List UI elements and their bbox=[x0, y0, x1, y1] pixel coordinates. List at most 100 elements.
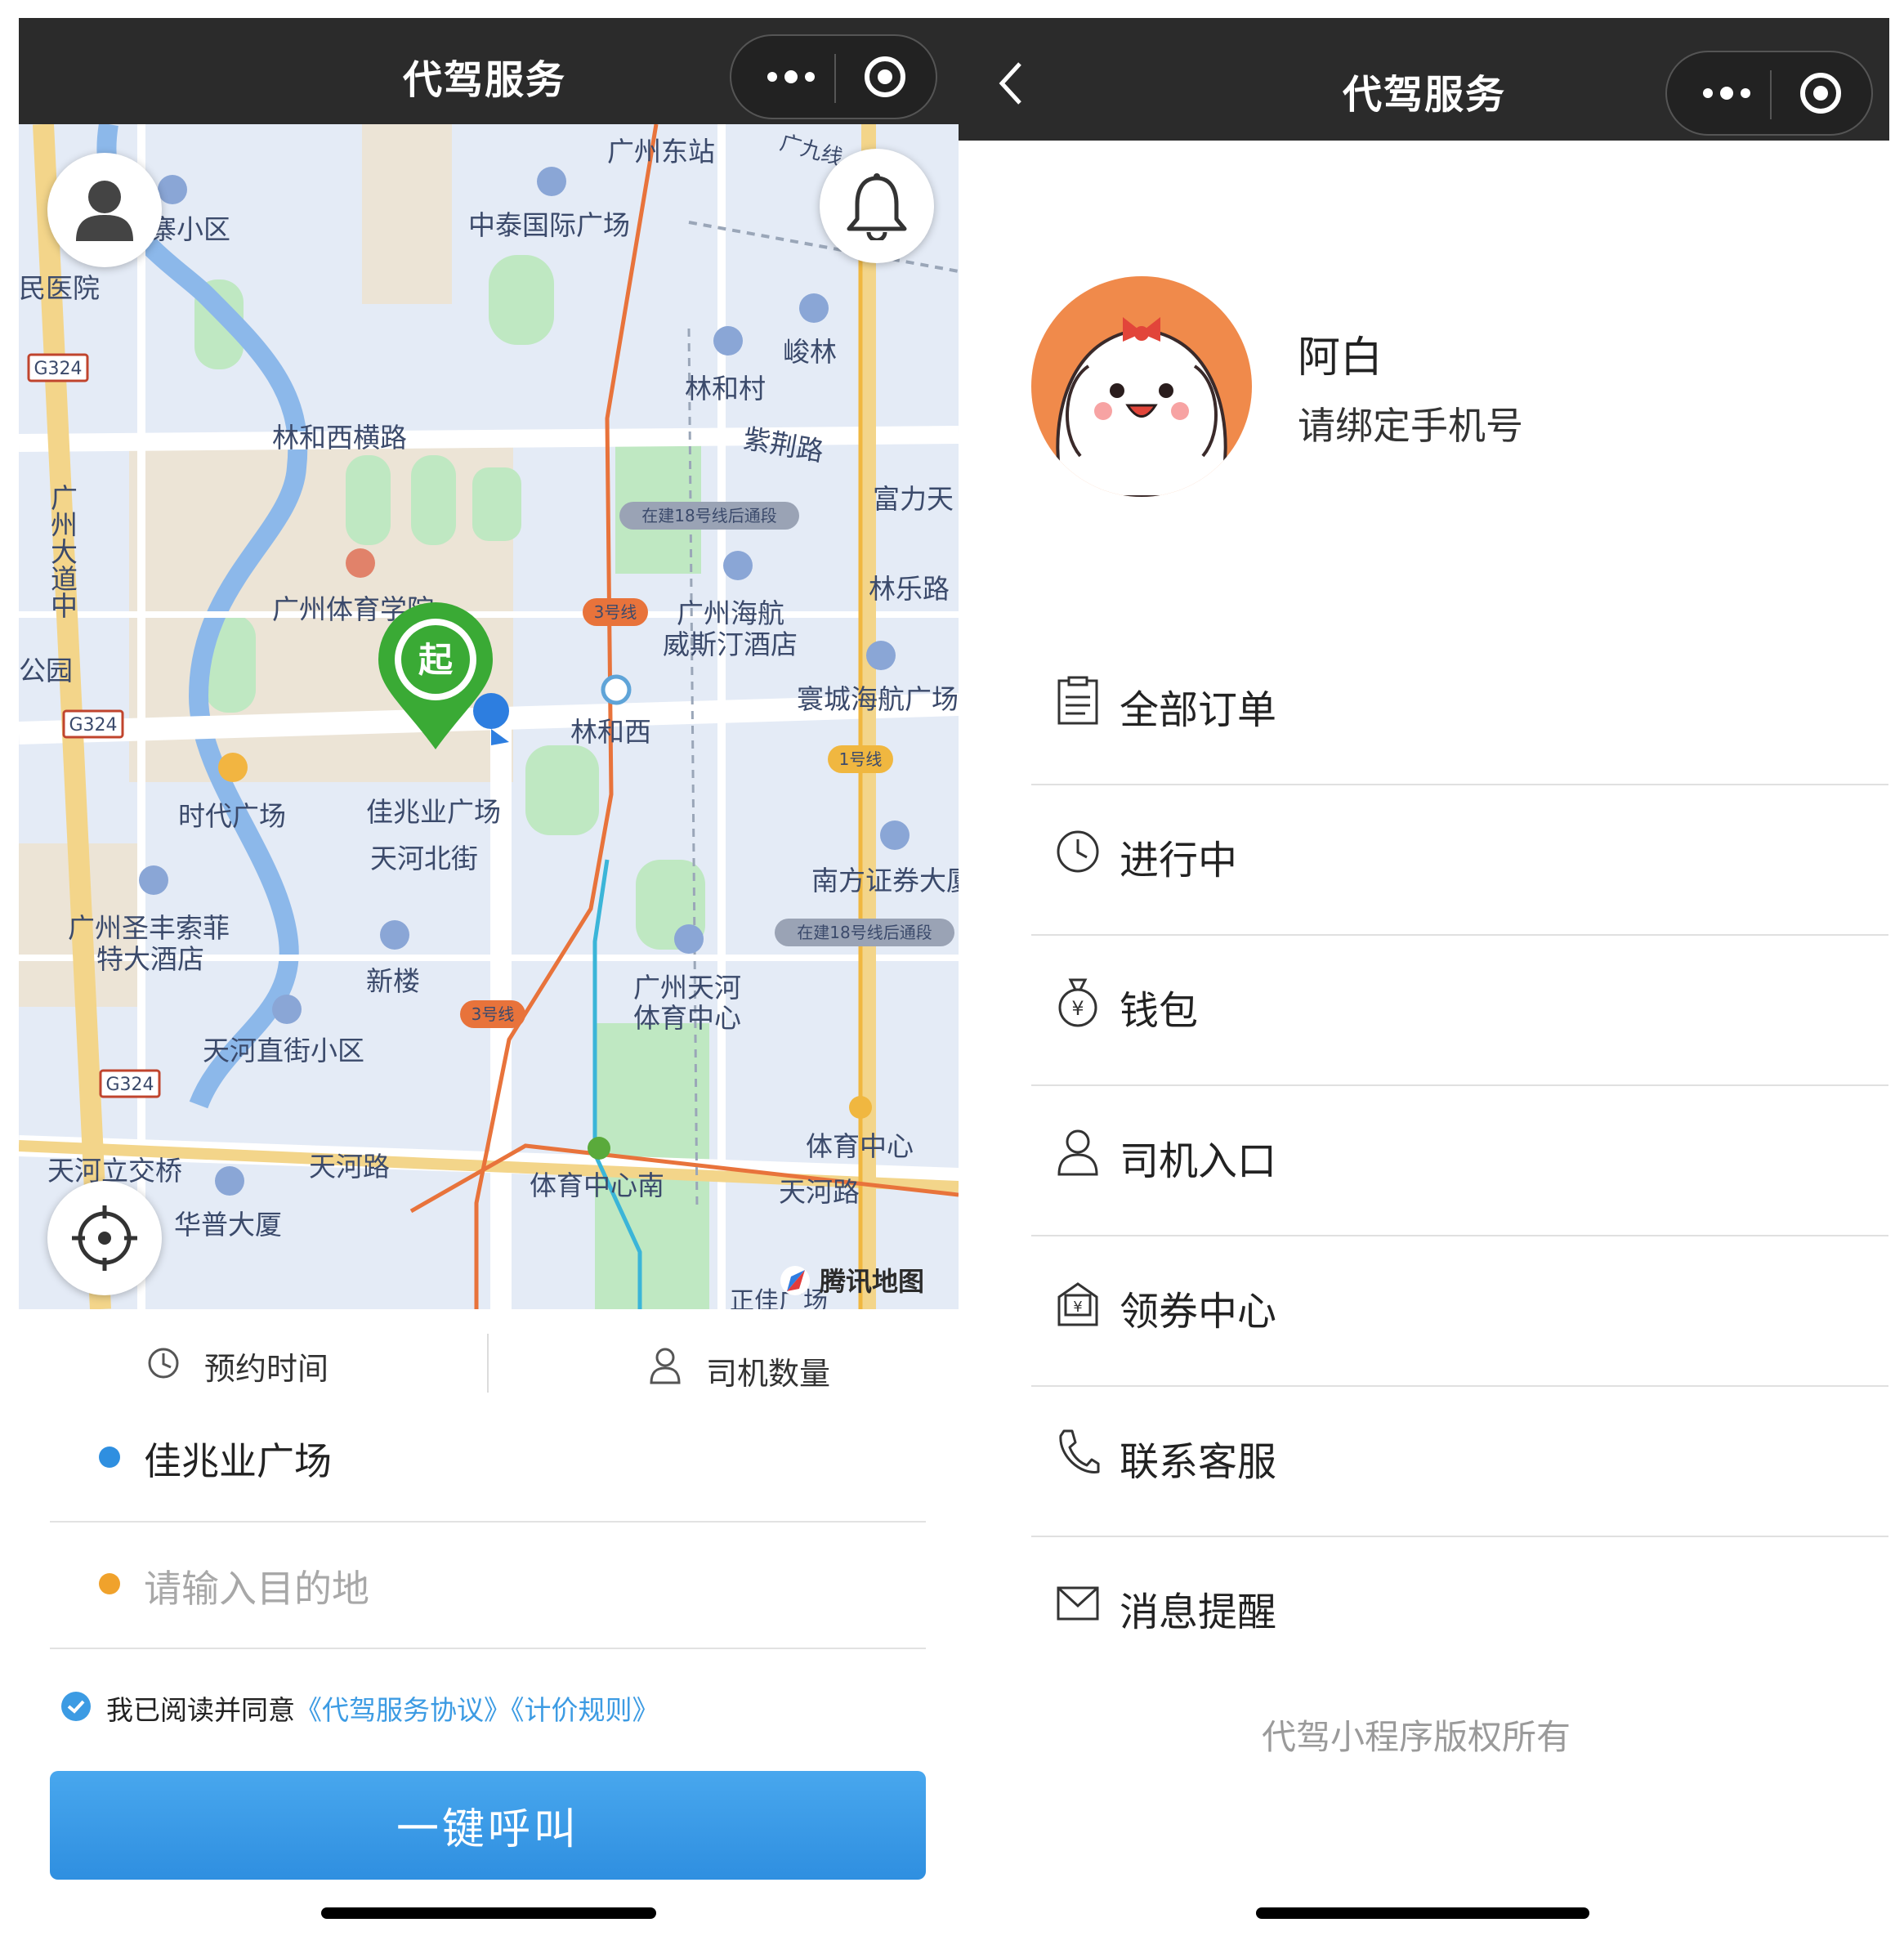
map-green-area bbox=[472, 467, 521, 541]
map-label: 林和村 bbox=[685, 373, 766, 405]
map-label: 峻林 bbox=[783, 336, 837, 368]
more-icon[interactable] bbox=[1698, 78, 1755, 108]
map-label: 广州天河 bbox=[633, 972, 741, 1004]
map-green-area bbox=[525, 745, 599, 835]
menu-in-progress[interactable]: 进行中 bbox=[1031, 785, 1888, 936]
menu-message-reminder[interactable]: 消息提醒 bbox=[1031, 1537, 1888, 1660]
agreement-prefix: 我已阅读并同意 bbox=[106, 1694, 295, 1726]
home-indicator bbox=[1256, 1907, 1589, 1919]
map-green-area bbox=[346, 455, 391, 545]
svg-text:G324: G324 bbox=[34, 359, 82, 379]
more-icon[interactable] bbox=[762, 62, 820, 92]
destination-input[interactable]: 请输入目的地 bbox=[144, 1559, 369, 1613]
options-divider bbox=[487, 1334, 489, 1393]
g324-shield: G324 bbox=[62, 709, 124, 739]
menu-contact-service[interactable]: 联系客服 bbox=[1031, 1387, 1888, 1537]
coupon-icon: ¥ bbox=[1057, 1282, 1098, 1326]
map-label: 时代广场 bbox=[178, 800, 286, 832]
mail-icon bbox=[1057, 1586, 1099, 1621]
back-arrow-icon[interactable] bbox=[995, 59, 1028, 108]
map-label: 广州海航 bbox=[677, 597, 784, 629]
clock-icon bbox=[1057, 830, 1099, 873]
map-green-area bbox=[411, 455, 456, 545]
g324-shield: G324 bbox=[27, 353, 89, 382]
map-green-area bbox=[489, 255, 554, 345]
left-title-bar: 代驾服务 bbox=[19, 18, 959, 124]
metro-badge-line3: 3号线 bbox=[460, 1000, 525, 1028]
copyright-text: 代驾小程序版权所有 bbox=[1262, 1717, 1571, 1757]
svg-text:1号线: 1号线 bbox=[839, 749, 883, 769]
menu-all-orders[interactable]: 全部订单 bbox=[1031, 635, 1888, 785]
clock-icon bbox=[148, 1348, 179, 1379]
svg-text:起: 起 bbox=[418, 640, 454, 680]
start-address[interactable]: 佳兆业广场 bbox=[144, 1432, 332, 1486]
one-tap-call-button[interactable]: 一键呼叫 bbox=[50, 1771, 926, 1880]
menu-driver-entry[interactable]: 司机入口 bbox=[1031, 1086, 1888, 1236]
address-divider bbox=[50, 1521, 926, 1523]
g324-shield: G324 bbox=[99, 1069, 161, 1098]
map-label: 佳兆业广场 bbox=[366, 796, 501, 828]
map-label: 广州东站 bbox=[607, 136, 715, 168]
map-poi-marker bbox=[588, 1137, 610, 1160]
money-bag-icon: ¥ bbox=[1058, 978, 1097, 1027]
map-view[interactable]: G324 G324 G324 在建18号线后通段 在建18号线后通段 3号线 3… bbox=[19, 124, 959, 1309]
map-label: 广州圣丰索菲 bbox=[68, 912, 230, 944]
page-title: 代驾服务 bbox=[403, 57, 567, 103]
map-label: 寨小区 bbox=[150, 213, 230, 245]
svg-text:¥: ¥ bbox=[1071, 997, 1084, 1020]
destination-dot bbox=[99, 1573, 120, 1594]
map-label: 华普大厦 bbox=[174, 1209, 282, 1241]
menu-wallet[interactable]: ¥ 钱包 bbox=[1031, 936, 1888, 1086]
person-icon bbox=[650, 1348, 681, 1384]
map-label: 威斯汀酒店 bbox=[663, 628, 798, 660]
address-divider bbox=[50, 1648, 926, 1649]
map-label: 体育中心 bbox=[633, 1002, 741, 1034]
map-label: 正佳广场 bbox=[730, 1287, 828, 1309]
map-poi-marker bbox=[218, 753, 248, 782]
clipboard-icon bbox=[1057, 676, 1098, 725]
start-dot bbox=[99, 1446, 120, 1468]
driver-count-label: 司机数量 bbox=[706, 1356, 831, 1392]
service-agreement-link[interactable]: 《代驾服务协议》 bbox=[295, 1694, 511, 1726]
menu-label: 钱包 bbox=[1120, 988, 1199, 1034]
svg-text:3号线: 3号线 bbox=[594, 602, 637, 622]
map-label: 体育中心 bbox=[806, 1130, 914, 1162]
map-label-vertical: 广州大道中 bbox=[47, 484, 78, 619]
notification-button[interactable] bbox=[820, 149, 934, 263]
agreement-checkbox[interactable] bbox=[61, 1692, 91, 1721]
map-label: 林和西 bbox=[570, 716, 651, 748]
menu-label: 领券中心 bbox=[1120, 1289, 1277, 1335]
locate-me-button[interactable] bbox=[47, 1181, 162, 1295]
close-target-icon[interactable] bbox=[1798, 70, 1844, 116]
user-profile-button[interactable] bbox=[47, 153, 162, 267]
pricing-rules-link[interactable]: 《计价规则》 bbox=[511, 1694, 659, 1726]
map-label: 天河路 bbox=[779, 1176, 860, 1208]
profile-name: 阿白 bbox=[1298, 333, 1383, 382]
svg-text:腾讯地图: 腾讯地图 bbox=[820, 1266, 924, 1297]
metro-badge-line1: 1号线 bbox=[828, 745, 893, 773]
svg-text:G324: G324 bbox=[69, 715, 117, 736]
map-label: 体育中心南 bbox=[530, 1169, 664, 1201]
map-label: 天河直街小区 bbox=[203, 1035, 364, 1066]
avatar[interactable] bbox=[1031, 276, 1252, 497]
menu-coupon-center[interactable]: ¥ 领券中心 bbox=[1031, 1236, 1888, 1387]
svg-text:G324: G324 bbox=[105, 1075, 154, 1095]
svg-text:在建18号线后通段: 在建18号线后通段 bbox=[641, 506, 776, 525]
metro-badge-line18: 在建18号线后通段 bbox=[775, 919, 954, 946]
reserve-time-option[interactable]: 预约时间 bbox=[131, 1332, 400, 1397]
close-target-icon[interactable] bbox=[862, 54, 908, 100]
menu-label: 联系客服 bbox=[1120, 1439, 1277, 1485]
map-label: 特大酒店 bbox=[96, 943, 204, 975]
map-label: 天河北街 bbox=[370, 843, 478, 874]
phone-icon bbox=[1059, 1429, 1100, 1473]
metro-badge-line18: 在建18号线后通段 bbox=[619, 502, 799, 530]
menu-label: 司机入口 bbox=[1120, 1138, 1277, 1184]
map-label: 天河路 bbox=[309, 1151, 390, 1183]
agreement-text: 我已阅读并同意《代驾服务协议》《计价规则》 bbox=[106, 1688, 659, 1728]
person-icon bbox=[1057, 1129, 1098, 1176]
menu-label: 全部订单 bbox=[1120, 687, 1277, 733]
bind-phone-link[interactable]: 请绑定手机号 bbox=[1298, 396, 1523, 450]
map-label: 南方证券大厦 bbox=[811, 865, 959, 897]
driver-count-option[interactable]: 司机数量 bbox=[637, 1340, 899, 1406]
user-icon bbox=[76, 181, 133, 241]
